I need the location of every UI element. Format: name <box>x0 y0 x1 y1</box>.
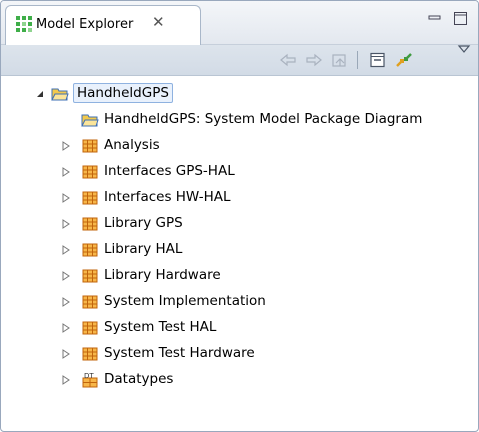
forward-arrow-icon[interactable] <box>305 52 323 68</box>
collapsed-triangle-icon[interactable] <box>61 245 71 255</box>
view-menu-icon[interactable] <box>455 41 473 57</box>
collapsed-triangle-icon[interactable] <box>61 271 71 281</box>
close-icon[interactable]: ✕ <box>152 13 165 31</box>
tree-item-system-test-hardware[interactable]: System Test Hardware <box>1 343 478 365</box>
tree-item-label: Datatypes <box>104 371 174 387</box>
view-title-bar: Model Explorer ✕ <box>1 1 478 45</box>
collapsed-triangle-icon[interactable] <box>61 141 71 151</box>
model-explorer-view: Model Explorer ✕ HandheldGPS HandheldGPS… <box>0 0 479 432</box>
view-toolbar <box>1 45 478 76</box>
tree-item-label: Library HAL <box>104 241 183 257</box>
folder-icon <box>51 88 69 101</box>
collapsed-triangle-icon[interactable] <box>61 219 71 229</box>
package-icon <box>82 217 98 231</box>
tree-item-library-hal[interactable]: Library HAL <box>1 239 478 261</box>
tree-item-library-hardware[interactable]: Library Hardware <box>1 265 478 287</box>
datatypes-icon: DT <box>82 372 98 388</box>
package-icon <box>82 295 98 309</box>
collapse-all-icon[interactable] <box>369 52 387 68</box>
link-with-editor-icon[interactable] <box>395 52 413 68</box>
collapsed-triangle-icon[interactable] <box>61 297 71 307</box>
tab-title: Model Explorer <box>36 17 134 32</box>
tab-model-explorer[interactable]: Model Explorer ✕ <box>5 5 201 45</box>
diagram-folder-icon <box>81 114 99 127</box>
tree-item-label: System Implementation <box>104 293 266 309</box>
tree-item-datatypes[interactable]: DT Datatypes <box>1 369 478 391</box>
collapsed-triangle-icon[interactable] <box>61 349 71 359</box>
tree-item-analysis[interactable]: Analysis <box>1 135 478 157</box>
tree-item-label: Analysis <box>104 137 160 153</box>
package-icon <box>82 347 98 361</box>
package-icon <box>82 191 98 205</box>
package-icon <box>82 243 98 257</box>
tree-item-label: Library GPS <box>104 215 183 231</box>
maximize-icon[interactable] <box>453 11 469 27</box>
tree-item-system-test-hal[interactable]: System Test HAL <box>1 317 478 339</box>
back-arrow-icon[interactable] <box>279 52 297 68</box>
collapsed-triangle-icon[interactable] <box>61 193 71 203</box>
package-icon <box>82 165 98 179</box>
tree-item-diagram[interactable]: HandheldGPS: System Model Package Diagra… <box>1 109 478 131</box>
tree-item-label: HandheldGPS: System Model Package Diagra… <box>104 111 423 127</box>
collapsed-triangle-icon[interactable] <box>61 375 71 385</box>
expanded-triangle-icon[interactable] <box>35 89 45 99</box>
collapsed-triangle-icon[interactable] <box>61 167 71 177</box>
package-icon <box>82 139 98 153</box>
collapsed-triangle-icon[interactable] <box>61 323 71 333</box>
tree-root-label: HandheldGPS <box>73 83 173 103</box>
svg-text:DT: DT <box>84 372 94 380</box>
tree-item-label: Interfaces HW-HAL <box>104 189 231 205</box>
tree-item-interfaces-hw-hal[interactable]: Interfaces HW-HAL <box>1 187 478 209</box>
tree-item-library-gps[interactable]: Library GPS <box>1 213 478 235</box>
tree-item-interfaces-gps-hal[interactable]: Interfaces GPS-HAL <box>1 161 478 183</box>
minimize-icon[interactable] <box>427 11 443 27</box>
tree-root-row[interactable]: HandheldGPS <box>1 83 478 105</box>
tree-item-label: System Test Hardware <box>104 345 255 361</box>
tree-item-label: System Test HAL <box>104 319 217 335</box>
package-icon <box>82 321 98 335</box>
toolbar-separator <box>357 51 358 69</box>
model-explorer-icon <box>16 16 32 32</box>
tree-item-label: Interfaces GPS-HAL <box>104 163 235 179</box>
tree-item-system-implementation[interactable]: System Implementation <box>1 291 478 313</box>
home-icon[interactable] <box>331 52 349 68</box>
tree-item-label: Library Hardware <box>104 267 221 283</box>
package-icon <box>82 269 98 283</box>
